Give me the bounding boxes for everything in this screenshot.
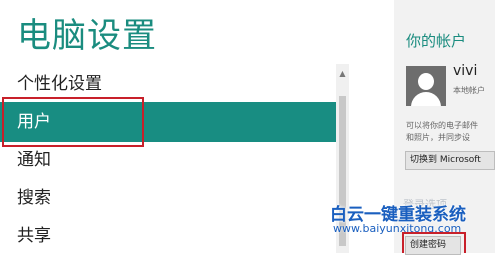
highlight-box-create-password (402, 232, 466, 253)
nav-item-label: 共享 (17, 226, 51, 246)
nav-item-search[interactable]: 搜索 (0, 178, 336, 218)
chevron-up-icon[interactable]: ▲ (336, 68, 349, 80)
nav-item-personalize[interactable]: 个性化设置 (0, 64, 336, 104)
nav-item-label: 搜索 (17, 188, 51, 208)
description-line: 可以将你的电子邮件 (406, 121, 478, 130)
account-description: 可以将你的电子邮件 和照片，并同步设 (406, 120, 495, 144)
description-line: 和照片，并同步设 (406, 133, 470, 142)
account-section-title: 你的帐户 (406, 32, 467, 50)
settings-left-pane: 电脑设置 个性化设置 用户 通知 搜索 共享 ▲ (0, 0, 349, 253)
nav-item-label: 通知 (17, 150, 51, 170)
nav-item-label: 用户 (17, 112, 51, 132)
nav-item-users[interactable]: 用户 (0, 102, 336, 142)
switch-to-microsoft-button[interactable]: 切换到 Microsoft (405, 151, 495, 170)
nav-item-share[interactable]: 共享 (0, 216, 336, 256)
avatar-body (411, 92, 441, 106)
user-account-type: 本地帐户 (453, 86, 485, 95)
avatar-head (418, 73, 434, 90)
nav-item-notifications[interactable]: 通知 (0, 140, 336, 180)
user-name: vivi (453, 63, 478, 79)
page-title: 电脑设置 (17, 16, 157, 56)
user-avatar-icon (406, 66, 446, 106)
nav-item-label: 个性化设置 (17, 74, 102, 94)
